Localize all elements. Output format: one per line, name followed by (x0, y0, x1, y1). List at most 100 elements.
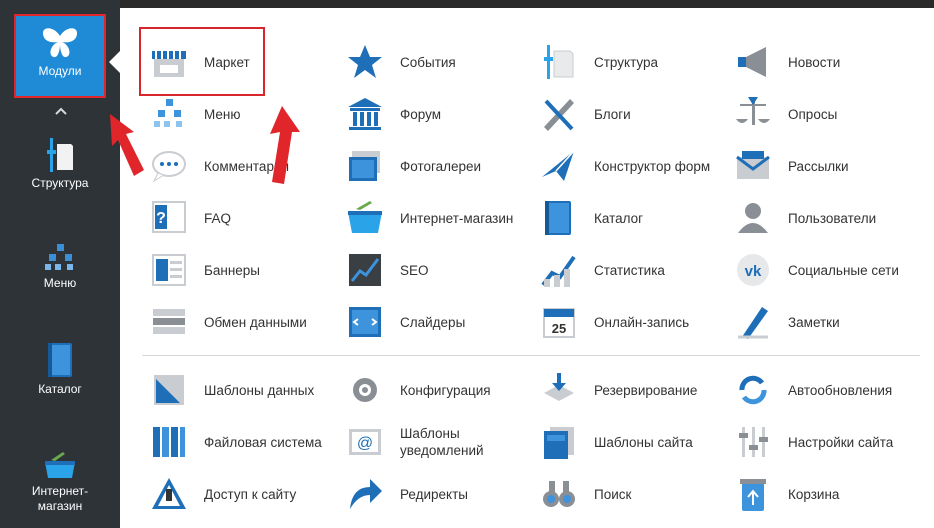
module-banner[interactable]: Баннеры (150, 248, 260, 292)
sidebar-item-label: Модули (38, 64, 82, 78)
recycle-bin-icon (734, 475, 772, 513)
sidebar: Модули Структура Меню Каталог Интернет- … (0, 0, 120, 528)
module-label: Форум (400, 106, 442, 122)
pen-icon (540, 95, 578, 133)
module-site-templates[interactable]: Шаблоны сайта (540, 420, 693, 464)
sidebar-item-menu[interactable]: Меню (0, 242, 120, 291)
banner-icon (150, 251, 188, 289)
module-folders[interactable]: Файловая система (150, 420, 322, 464)
module-refresh[interactable]: Автообновления (734, 368, 892, 412)
catalog-book-icon (540, 199, 578, 237)
module-redirect-arrow[interactable]: Редиректы (346, 472, 468, 516)
sidebar-item-modules[interactable]: Модули (14, 14, 106, 98)
module-label: Структура (594, 54, 659, 70)
module-photo-gallery[interactable]: Фотогалереи (346, 144, 481, 188)
mail-icon (734, 147, 772, 185)
svg-text:25: 25 (552, 321, 566, 336)
module-backup[interactable]: Резервирование (540, 368, 697, 412)
module-scales[interactable]: Опросы (734, 92, 837, 136)
svg-text:vk: vk (745, 263, 762, 280)
module-calendar[interactable]: 25 Онлайн-запись (540, 300, 689, 344)
notes-icon (734, 303, 772, 341)
catalog-book-icon (48, 343, 72, 377)
red-arrow-icon (270, 106, 300, 184)
star-icon (346, 43, 384, 81)
refresh-icon (734, 371, 772, 409)
module-binoculars[interactable]: Поиск (540, 472, 631, 516)
calendar-icon: 25 (540, 303, 578, 341)
module-gear[interactable]: Конфигурация (346, 368, 491, 412)
module-paper-plane[interactable]: Конструктор форм (540, 144, 710, 188)
module-structure[interactable]: Структура (540, 40, 658, 84)
menu-tree-icon (150, 95, 188, 133)
module-data-templates[interactable]: Шаблоны данных (150, 368, 314, 412)
module-data-exchange[interactable]: Обмен данными (150, 300, 307, 344)
module-mail[interactable]: Рассылки (734, 144, 849, 188)
speech-bubble-icon (150, 147, 188, 185)
module-label: Шаблоны сайта (594, 434, 693, 450)
module-label: FAQ (204, 210, 232, 226)
module-catalog-book[interactable]: Каталог (540, 196, 643, 240)
user-icon (734, 199, 772, 237)
warning-sign-icon (150, 475, 188, 513)
module-user[interactable]: Пользователи (734, 196, 876, 240)
chevron-up-icon[interactable] (55, 102, 67, 118)
module-forum-building[interactable]: Форум (346, 92, 441, 136)
site-templates-icon (540, 423, 578, 461)
module-statistics[interactable]: Статистика (540, 248, 665, 292)
basket-icon (45, 452, 75, 478)
photo-gallery-icon (346, 147, 384, 185)
sidebar-item-label: Каталог (38, 382, 82, 396)
highlight-box (139, 27, 265, 96)
module-label: Резервирование (594, 382, 698, 398)
module-slider[interactable]: Слайдеры (346, 300, 465, 344)
sidebar-item-label: Меню (43, 276, 77, 290)
module-faq-book[interactable]: ? FAQ (150, 196, 231, 240)
gear-icon (346, 371, 384, 409)
module-label: Рассылки (788, 158, 849, 174)
data-templates-icon (150, 371, 188, 409)
module-notes[interactable]: Заметки (734, 300, 840, 344)
sidebar-item-structure[interactable]: Структура (0, 138, 120, 191)
module-vk[interactable]: vk Социальные сети (734, 248, 899, 292)
module-basket[interactable]: Интернет-магазин (346, 196, 513, 240)
sidebar-item-label: Интернет- (31, 484, 89, 498)
module-pen[interactable]: Блоги (540, 92, 631, 136)
module-label: Социальные сети (788, 262, 899, 278)
module-label: Шаблоны уведомлений (400, 425, 484, 459)
module-star[interactable]: События (346, 40, 456, 84)
sidebar-item-shop[interactable]: Интернет- магазин (0, 450, 120, 514)
vk-icon: vk (734, 251, 772, 289)
module-menu-tree[interactable]: Меню (150, 92, 241, 136)
module-recycle-bin[interactable]: Корзина (734, 472, 839, 516)
module-seo-chart[interactable]: SEO (346, 248, 429, 292)
module-label: Опросы (788, 106, 838, 122)
svg-text:?: ? (156, 210, 166, 227)
structure-icon (540, 43, 578, 81)
module-label: Слайдеры (400, 314, 466, 330)
svg-text:@: @ (357, 435, 373, 452)
data-exchange-icon (150, 303, 188, 341)
panel-pointer (109, 50, 121, 74)
module-label: Фотогалереи (400, 158, 482, 174)
module-label: Заметки (788, 314, 840, 330)
slider-icon (346, 303, 384, 341)
module-label: Настройки сайта (788, 434, 894, 450)
module-label: Блоги (594, 106, 631, 122)
notification-mail-icon: @ (346, 423, 384, 461)
module-label: Поиск (594, 486, 632, 502)
module-label: Шаблоны данных (204, 382, 315, 398)
module-label: Конструктор форм (594, 158, 711, 174)
sidebar-item-catalog[interactable]: Каталог (0, 342, 120, 397)
module-notification-mail[interactable]: @ Шаблоны уведомлений (346, 420, 484, 464)
module-sliders[interactable]: Настройки сайта (734, 420, 893, 464)
module-megaphone[interactable]: Новости (734, 40, 840, 84)
statistics-icon (540, 251, 578, 289)
red-arrow-icon (110, 114, 144, 176)
module-warning-sign[interactable]: Доступ к сайту (150, 472, 296, 516)
megaphone-icon (734, 43, 772, 81)
sidebar-item-label: магазин (37, 499, 83, 513)
module-label: Интернет-магазин (400, 210, 514, 226)
module-label-line: Шаблоны (400, 426, 460, 441)
module-label: Меню (204, 106, 241, 122)
